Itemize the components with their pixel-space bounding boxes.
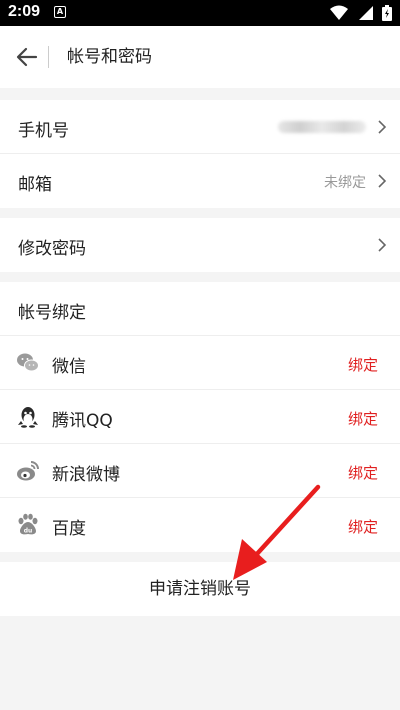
binding-row-qq[interactable]: 腾讯QQ 绑定 xyxy=(0,390,400,444)
binding-label: 百度 xyxy=(52,519,86,539)
qq-icon xyxy=(18,407,38,428)
back-button[interactable] xyxy=(14,46,40,68)
svg-text:du: du xyxy=(24,528,33,535)
email-label: 邮箱 xyxy=(18,175,52,195)
wechat-icon xyxy=(17,353,39,372)
binding-section-header: 帐号绑定 xyxy=(0,282,400,336)
chevron-right-icon xyxy=(378,238,387,252)
binding-row-wechat[interactable]: 微信 绑定 xyxy=(0,336,400,390)
bind-wechat-button[interactable]: 绑定 xyxy=(348,354,378,375)
change-password-row[interactable]: 修改密码 xyxy=(0,218,400,272)
battery-icon xyxy=(382,5,392,21)
change-password-label: 修改密码 xyxy=(18,239,86,259)
status-time: 2:09 xyxy=(8,3,41,20)
deactivate-account-button[interactable]: 申请注销账号 xyxy=(0,562,400,616)
baidu-icon: du xyxy=(18,513,38,535)
email-row[interactable]: 邮箱 未绑定 xyxy=(0,154,400,208)
bind-baidu-button[interactable]: 绑定 xyxy=(348,516,378,537)
phone-row[interactable]: 手机号 xyxy=(0,100,400,154)
phone-label: 手机号 xyxy=(18,121,69,141)
email-status: 未绑定 xyxy=(324,175,366,191)
binding-label: 微信 xyxy=(52,357,86,377)
binding-row-weibo[interactable]: 新浪微博 绑定 xyxy=(0,444,400,498)
binding-section-title: 帐号绑定 xyxy=(18,303,86,323)
app-header: 帐号和密码 xyxy=(0,26,400,88)
bind-qq-button[interactable]: 绑定 xyxy=(348,408,378,429)
back-arrow-icon xyxy=(16,47,38,67)
weibo-icon xyxy=(17,461,39,481)
binding-label: 新浪微博 xyxy=(52,465,120,485)
signal-icon xyxy=(358,6,373,20)
notification-icon: A xyxy=(54,6,66,18)
binding-label: 腾讯QQ xyxy=(52,411,113,431)
system-icons xyxy=(326,5,392,21)
header-divider xyxy=(48,46,49,68)
phone-number-masked xyxy=(278,121,366,133)
binding-row-baidu[interactable]: du 百度 绑定 xyxy=(0,498,400,552)
chevron-right-icon xyxy=(378,120,387,134)
page-title: 帐号和密码 xyxy=(67,47,152,67)
status-bar: 2:09 A xyxy=(0,0,400,26)
bind-weibo-button[interactable]: 绑定 xyxy=(348,462,378,483)
wifi-icon xyxy=(329,5,348,20)
chevron-right-icon xyxy=(378,174,387,188)
